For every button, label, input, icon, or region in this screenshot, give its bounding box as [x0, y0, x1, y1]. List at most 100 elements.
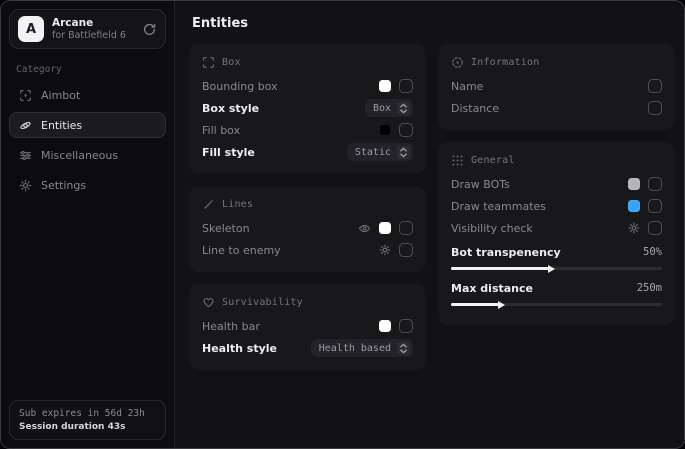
color-swatch[interactable] — [379, 222, 391, 234]
sidebar-item-label: Settings — [41, 179, 86, 192]
page-title: Entities — [192, 16, 670, 31]
gear-icon[interactable] — [379, 244, 391, 256]
checkbox[interactable] — [648, 79, 662, 93]
right-column: Information Name Distance — [438, 44, 675, 370]
setting-row-line-to-enemy: Line to enemy — [202, 239, 413, 261]
color-swatch[interactable] — [379, 80, 391, 92]
sidebar: A Arcane for Battlefield 6 Category — [1, 1, 175, 448]
sidebar-nav: Aimbot Entities Miscella — [9, 82, 166, 198]
color-swatch[interactable] — [379, 320, 391, 332]
checkbox[interactable] — [648, 221, 662, 235]
setting-row-name: Name — [451, 75, 662, 97]
slider-fill — [451, 267, 550, 270]
sync-icon[interactable] — [142, 22, 157, 37]
slider-value: 50% — [643, 246, 662, 258]
setting-label: Draw BOTs — [451, 178, 510, 191]
setting-label: Health bar — [202, 320, 260, 333]
setting-label: Box style — [202, 102, 259, 115]
sidebar-item-entities[interactable]: Entities — [9, 112, 166, 138]
information-card-header: Information — [451, 56, 662, 69]
setting-label: Name — [451, 80, 483, 93]
fill-style-select[interactable]: Static — [347, 143, 413, 161]
setting-row-bounding-box: Bounding box — [202, 75, 413, 97]
box-card-header: Box — [202, 56, 413, 69]
information-card: Information Name Distance — [438, 44, 675, 130]
setting-label: Visibility check — [451, 222, 533, 235]
grid-dots-icon — [451, 154, 464, 167]
app-name: Arcane — [52, 17, 126, 30]
checkbox[interactable] — [648, 199, 662, 213]
section-title: Box — [222, 57, 241, 68]
general-card-header: General — [451, 154, 662, 167]
sidebar-item-miscellaneous[interactable]: Miscellaneous — [9, 142, 166, 168]
heart-icon — [202, 296, 215, 309]
setting-row-draw-teammates: Draw teammates — [451, 195, 662, 217]
sidebar-item-aimbot[interactable]: Aimbot — [9, 82, 166, 108]
app-meta: Arcane for Battlefield 6 — [52, 17, 126, 42]
left-column: Box Bounding box Box style Box — [189, 44, 426, 370]
columns: Box Bounding box Box style Box — [189, 44, 670, 370]
max-distance-slider[interactable] — [451, 303, 662, 306]
setting-row-draw-bots: Draw BOTs — [451, 173, 662, 195]
bot-transparency-group: Bot transpenency 50% — [451, 242, 662, 270]
setting-label: Line to enemy — [202, 244, 281, 257]
atom-icon — [19, 119, 32, 132]
sub-expiry-text: Sub expires in 56d 23h — [19, 408, 156, 419]
gear-icon[interactable] — [628, 222, 640, 234]
select-value: Static — [355, 147, 391, 158]
max-distance-group: Max distance 250m — [451, 278, 662, 306]
checkbox[interactable] — [399, 123, 413, 137]
setting-label: Skeleton — [202, 222, 250, 235]
setting-row-distance: Distance — [451, 97, 662, 119]
checkbox[interactable] — [648, 101, 662, 115]
session-duration-text: Session duration 43s — [19, 422, 156, 432]
app-header-card: A Arcane for Battlefield 6 — [9, 9, 166, 49]
color-swatch[interactable] — [379, 124, 391, 136]
chevron-up-down-icon — [397, 146, 410, 159]
eye-icon[interactable] — [358, 222, 371, 235]
checkbox[interactable] — [648, 177, 662, 191]
select-value: Health based — [319, 343, 391, 354]
gear-icon — [19, 179, 32, 192]
setting-label: Health style — [202, 342, 277, 355]
health-style-select[interactable]: Health based — [311, 339, 413, 357]
section-title: Information — [471, 57, 539, 68]
section-title: Survivability — [222, 297, 303, 308]
category-label: Category — [16, 64, 166, 75]
sidebar-item-label: Miscellaneous — [41, 149, 118, 162]
slider-fill — [451, 303, 500, 306]
color-swatch[interactable] — [628, 200, 640, 212]
setting-row-box-style: Box style Box — [202, 97, 413, 119]
survivability-card-header: Survivability — [202, 296, 413, 309]
setting-label: Bot transpenency — [451, 246, 561, 259]
box-style-select[interactable]: Box — [365, 99, 413, 117]
checkbox[interactable] — [399, 221, 413, 235]
setting-row-skeleton: Skeleton — [202, 217, 413, 239]
checkbox[interactable] — [399, 79, 413, 93]
bot-transparency-slider[interactable] — [451, 267, 662, 270]
lines-card: Lines Skeleton — [189, 186, 426, 272]
info-circle-icon — [451, 56, 464, 69]
sidebar-item-label: Entities — [41, 119, 82, 132]
box-card: Box Bounding box Box style Box — [189, 44, 426, 174]
setting-row-fill-style: Fill style Static — [202, 141, 413, 163]
sliders-icon — [19, 149, 32, 162]
section-title: General — [471, 155, 515, 166]
select-value: Box — [373, 103, 391, 114]
checkbox[interactable] — [399, 319, 413, 333]
sidebar-item-settings[interactable]: Settings — [9, 172, 166, 198]
setting-label: Distance — [451, 102, 499, 115]
setting-row-health-bar: Health bar — [202, 315, 413, 337]
setting-label: Bounding box — [202, 80, 278, 93]
survivability-card: Survivability Health bar Health style — [189, 284, 426, 370]
checkbox[interactable] — [399, 243, 413, 257]
color-swatch[interactable] — [628, 178, 640, 190]
app-window: A Arcane for Battlefield 6 Category — [0, 0, 685, 449]
main-panel: Entities Box B — [175, 1, 684, 448]
setting-label: Draw teammates — [451, 200, 546, 213]
setting-label: Max distance — [451, 282, 533, 295]
setting-label: Fill box — [202, 124, 240, 137]
section-title: Lines — [222, 199, 253, 210]
slider-value: 250m — [637, 282, 662, 294]
setting-label: Fill style — [202, 146, 255, 159]
